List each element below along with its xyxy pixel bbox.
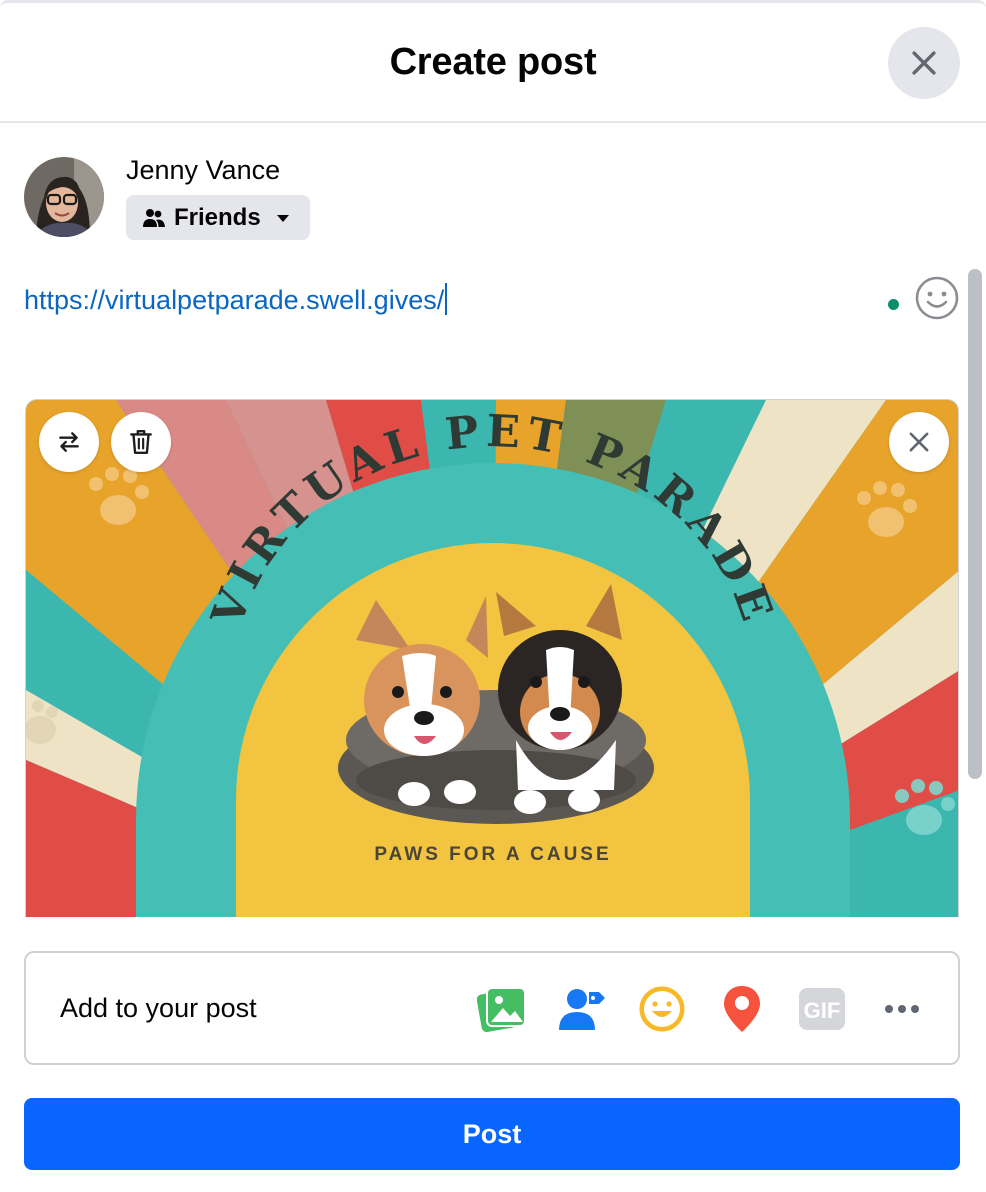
swap-icon: [59, 432, 79, 452]
more-options-button[interactable]: [876, 983, 928, 1035]
avatar: [24, 157, 104, 237]
dialog-header: Create post: [0, 3, 986, 123]
close-icon: [912, 51, 936, 75]
create-post-dialog: Create post Jenny Vance Friends https://…: [0, 0, 986, 1192]
feeling-icon: [639, 986, 685, 1032]
gif-button[interactable]: GIF: [796, 983, 848, 1035]
friends-icon: [143, 208, 165, 227]
close-icon: [909, 432, 929, 452]
close-button[interactable]: [888, 27, 960, 99]
caret-down-icon: [276, 214, 289, 222]
audience-selector[interactable]: Friends: [126, 195, 310, 240]
dialog-title: Create post: [389, 41, 597, 83]
check-in-icon: [724, 986, 760, 1032]
preview-image: VIRTUAL PET PARADE: [26, 400, 958, 917]
delete-image-button[interactable]: [111, 412, 171, 472]
tag-people-button[interactable]: [556, 983, 608, 1035]
trash-icon: [130, 430, 152, 454]
preview-tagline: PAWS FOR A CAUSE: [374, 844, 612, 865]
text-caret: [445, 283, 448, 315]
more-icon: [885, 1005, 919, 1013]
check-in-button[interactable]: [716, 983, 768, 1035]
post-button[interactable]: Post: [24, 1098, 960, 1170]
photo-video-button[interactable]: [476, 983, 528, 1035]
user-name: Jenny Vance: [126, 155, 281, 185]
post-text-link: https://virtualpetparade.swell.gives/: [24, 285, 445, 315]
add-to-post-label: Add to your post: [60, 993, 257, 1023]
gif-icon: GIF: [799, 988, 845, 1030]
photo-video-icon: [477, 987, 526, 1032]
remove-preview-button[interactable]: [889, 412, 949, 472]
svg-text:GIF: GIF: [804, 998, 841, 1023]
emoji-button[interactable]: [914, 275, 960, 321]
post-text-input[interactable]: https://virtualpetparade.swell.gives/: [24, 283, 448, 316]
link-preview: VIRTUAL PET PARADE PAWS FOR A CAUSE: [25, 399, 959, 917]
status-dot: [888, 299, 899, 310]
feeling-activity-button[interactable]: [636, 983, 688, 1035]
add-to-post-bar: Add to your post GIF: [24, 951, 960, 1065]
swap-image-button[interactable]: [39, 412, 99, 472]
smiley-icon: [915, 276, 959, 320]
scrollbar[interactable]: [968, 269, 982, 779]
audience-label: Friends: [174, 203, 261, 231]
tag-people-icon: [559, 989, 605, 1030]
